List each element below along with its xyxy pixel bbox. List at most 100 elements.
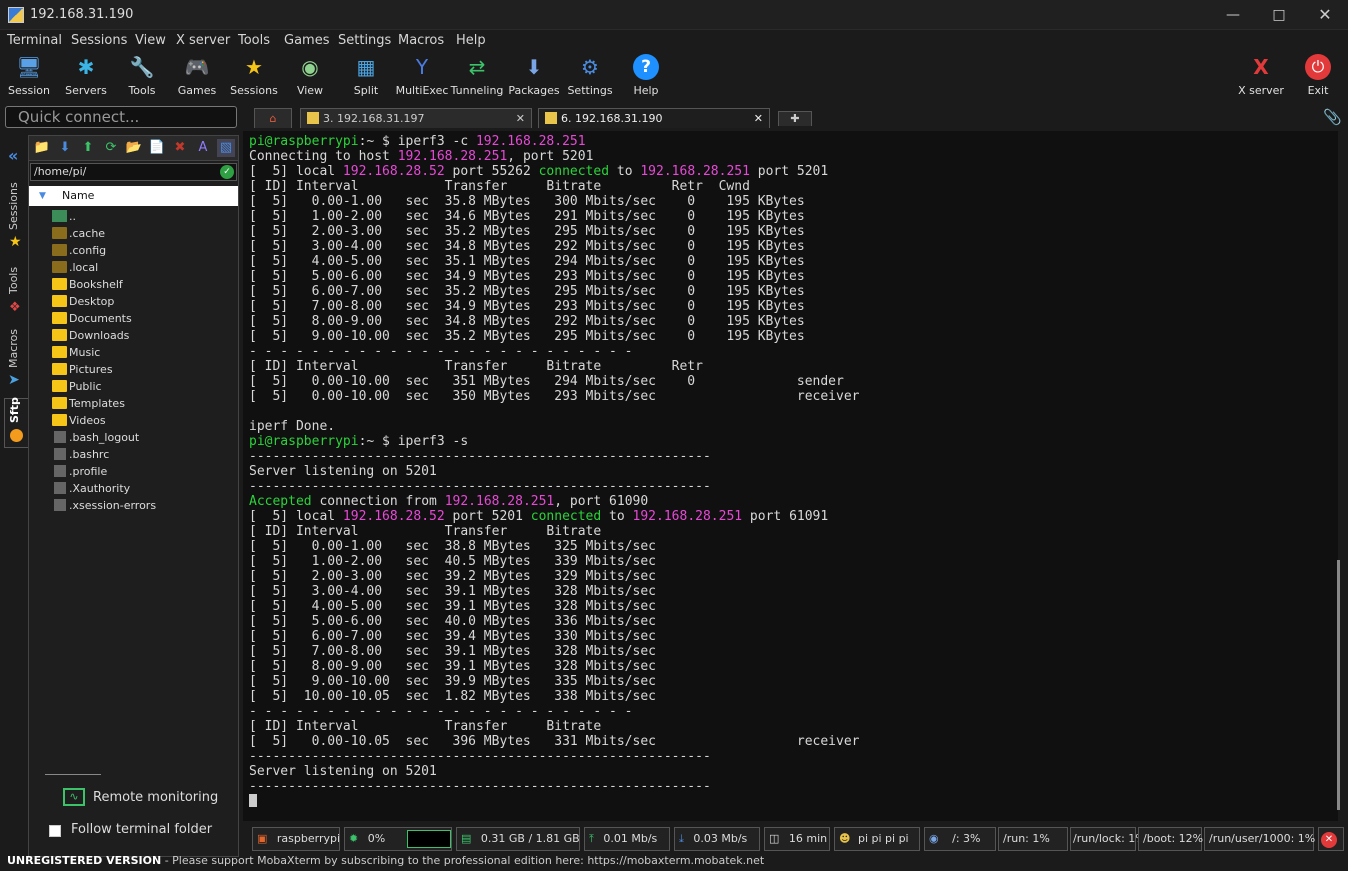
refresh-icon[interactable]: ⟳ (102, 139, 120, 157)
tunneling-button[interactable]: ⇄ Tunneling (449, 54, 505, 97)
session-button[interactable]: 🖥 Session (1, 54, 57, 97)
terminal-text: [ 5] 4.00-5.00 sec 39.1 MBytes 328 Mbits… (249, 599, 656, 614)
menu-settings[interactable]: Settings (338, 33, 391, 48)
rename-icon[interactable]: A (194, 139, 212, 157)
file-row[interactable]: .bashrc (29, 446, 238, 463)
mobatek-link[interactable]: https://mobaxterm.mobatek.net (587, 854, 764, 867)
side-tab-sftp[interactable]: Sftp (4, 397, 28, 448)
tab-session-6[interactable]: 6. 192.168.31.190 ✕ (538, 108, 770, 128)
file-row[interactable]: Music (29, 344, 238, 361)
file-row[interactable]: Bookshelf (29, 276, 238, 293)
folder-icon (52, 295, 67, 307)
file-row[interactable]: .xsession-errors (29, 497, 238, 514)
toggle-view-icon[interactable]: ▧ (217, 139, 235, 157)
file-row[interactable]: Pictures (29, 361, 238, 378)
menu-terminal[interactable]: Terminal (7, 33, 62, 48)
status-close-button[interactable]: ✕ (1318, 827, 1344, 851)
file-row[interactable]: Documents (29, 310, 238, 327)
file-row[interactable]: .config (29, 242, 238, 259)
file-row[interactable]: .local (29, 259, 238, 276)
exit-button[interactable]: ⏻ Exit (1290, 54, 1346, 97)
split-button[interactable]: ▦ Split (338, 54, 394, 97)
tab-close-icon[interactable]: ✕ (754, 109, 763, 128)
quick-connect-input[interactable]: Quick connect... (5, 106, 237, 128)
menu-view[interactable]: View (135, 33, 166, 48)
divider (45, 774, 101, 775)
gear-icon: ⚙ (581, 55, 599, 79)
file-row[interactable]: Public (29, 378, 238, 395)
help-button[interactable]: ? Help (618, 54, 674, 97)
file-row[interactable]: .bash_logout (29, 429, 238, 446)
attach-clip-icon[interactable]: 📎 (1323, 108, 1342, 126)
menu-macros[interactable]: Macros (398, 33, 444, 48)
terminal-line: [ 5] 6.00-7.00 sec 39.4 MBytes 330 Mbits… (249, 629, 859, 644)
tab-label: 6. 192.168.31.190 (561, 112, 663, 125)
terminal-text: [ 5] 6.00-7.00 sec 39.4 MBytes 330 Mbits… (249, 629, 656, 644)
xserver-button[interactable]: X X server (1233, 54, 1289, 97)
terminal-pane[interactable]: pi@raspberrypi:~ $ iperf3 -c 192.168.28.… (243, 131, 1340, 821)
folder-up-icon[interactable]: 📁 (33, 139, 51, 157)
terminal-text: :~ $ iperf3 -s (358, 434, 469, 449)
tab-session-3[interactable]: 3. 192.168.31.197 ✕ (300, 108, 532, 128)
star-icon: ★ (245, 55, 263, 79)
file-row[interactable]: Downloads (29, 327, 238, 344)
menu-xserver[interactable]: X server (176, 33, 230, 48)
sftp-column-header[interactable]: ▼ Name (29, 186, 238, 206)
status-upload: ⤒ 0.01 Mb/s (584, 827, 670, 851)
title-bar: 192.168.31.190 — □ ✕ (0, 0, 1348, 30)
terminal-line: [ 5] 1.00-2.00 sec 34.6 MBytes 291 Mbits… (249, 209, 859, 224)
delete-icon[interactable]: ✖ (171, 139, 189, 157)
terminal-text: pi@raspberrypi (249, 134, 359, 149)
file-name: .config (69, 244, 107, 257)
file-row[interactable]: .cache (29, 225, 238, 242)
side-tab-sessions[interactable]: Sessions ★ (4, 178, 28, 262)
file-row[interactable]: .. (29, 208, 238, 225)
file-row[interactable]: Videos (29, 412, 238, 429)
menu-games[interactable]: Games (284, 33, 329, 48)
minimize-icon[interactable]: — (1210, 0, 1256, 30)
new-file-icon[interactable]: 📄 (148, 139, 166, 157)
file-row[interactable]: Desktop (29, 293, 238, 310)
maximize-icon[interactable]: □ (1256, 0, 1302, 30)
close-icon[interactable]: ✕ (1302, 0, 1348, 30)
settings-button[interactable]: ⚙ Settings (562, 54, 618, 97)
terminal-tab-icon (307, 112, 319, 124)
terminal-text: 192.168.28.251 (444, 494, 555, 509)
main-toolbar: 🖥 Session ✱ Servers 🔧 Tools 🎮 Games ★ Se… (0, 51, 1348, 101)
terminal-line: [ 5] 2.00-3.00 sec 35.2 MBytes 295 Mbits… (249, 224, 859, 239)
path-ok-icon[interactable]: ✓ (220, 165, 234, 179)
side-tab-macros[interactable]: Macros ➤ (4, 326, 28, 398)
download-icon[interactable]: ⬇ (56, 139, 74, 157)
terminal-text: [ 5] 7.00-8.00 sec 34.9 MBytes 293 Mbits… (249, 299, 805, 314)
sessions-button[interactable]: ★ Sessions (226, 54, 282, 97)
unregistered-label: UNREGISTERED VERSION (7, 854, 162, 867)
terminal-line: [ 5] 8.00-9.00 sec 34.8 MBytes 292 Mbits… (249, 314, 859, 329)
terminal-line: [ 5] 1.00-2.00 sec 40.5 MBytes 339 Mbits… (249, 554, 859, 569)
menu-tools[interactable]: Tools (238, 33, 270, 48)
tools-button[interactable]: 🔧 Tools (114, 54, 170, 97)
packages-button[interactable]: ⬇ Packages (506, 54, 562, 97)
checkbox-box (49, 825, 61, 837)
sftp-panel: 📁 ⬇ ⬆ ⟳ 📂 📄 ✖ A ▧ /home/pi/ ✓ ▼ Name ...… (28, 135, 239, 857)
home-tab[interactable]: ⌂ (254, 108, 292, 128)
collapse-chevron-icon[interactable]: « (8, 146, 18, 165)
terminal-line: iperf Done. (249, 419, 859, 434)
new-folder-icon[interactable]: 📂 (125, 139, 143, 157)
side-tab-tools[interactable]: Tools ❖ (4, 262, 28, 326)
view-button[interactable]: ◉ View (282, 54, 338, 97)
menu-help[interactable]: Help (456, 33, 486, 48)
status-bar: ▣ raspberrypi ✹ 0% ▤ 0.31 GB / 1.81 GB ⤒… (244, 827, 1348, 851)
servers-button[interactable]: ✱ Servers (58, 54, 114, 97)
file-row[interactable]: .profile (29, 463, 238, 480)
menu-sessions[interactable]: Sessions (71, 33, 127, 48)
upload-icon[interactable]: ⬆ (79, 139, 97, 157)
games-button[interactable]: 🎮 Games (169, 54, 225, 97)
new-tab-button[interactable]: ✚ (778, 111, 812, 126)
terminal-scrollbar[interactable] (1337, 560, 1340, 810)
file-row[interactable]: Templates (29, 395, 238, 412)
sftp-path-input[interactable]: /home/pi/ ✓ (30, 163, 237, 181)
tab-close-icon[interactable]: ✕ (516, 109, 525, 128)
document-icon (54, 482, 66, 494)
file-row[interactable]: .Xauthority (29, 480, 238, 497)
multiexec-button[interactable]: Y MultiExec (394, 54, 450, 97)
